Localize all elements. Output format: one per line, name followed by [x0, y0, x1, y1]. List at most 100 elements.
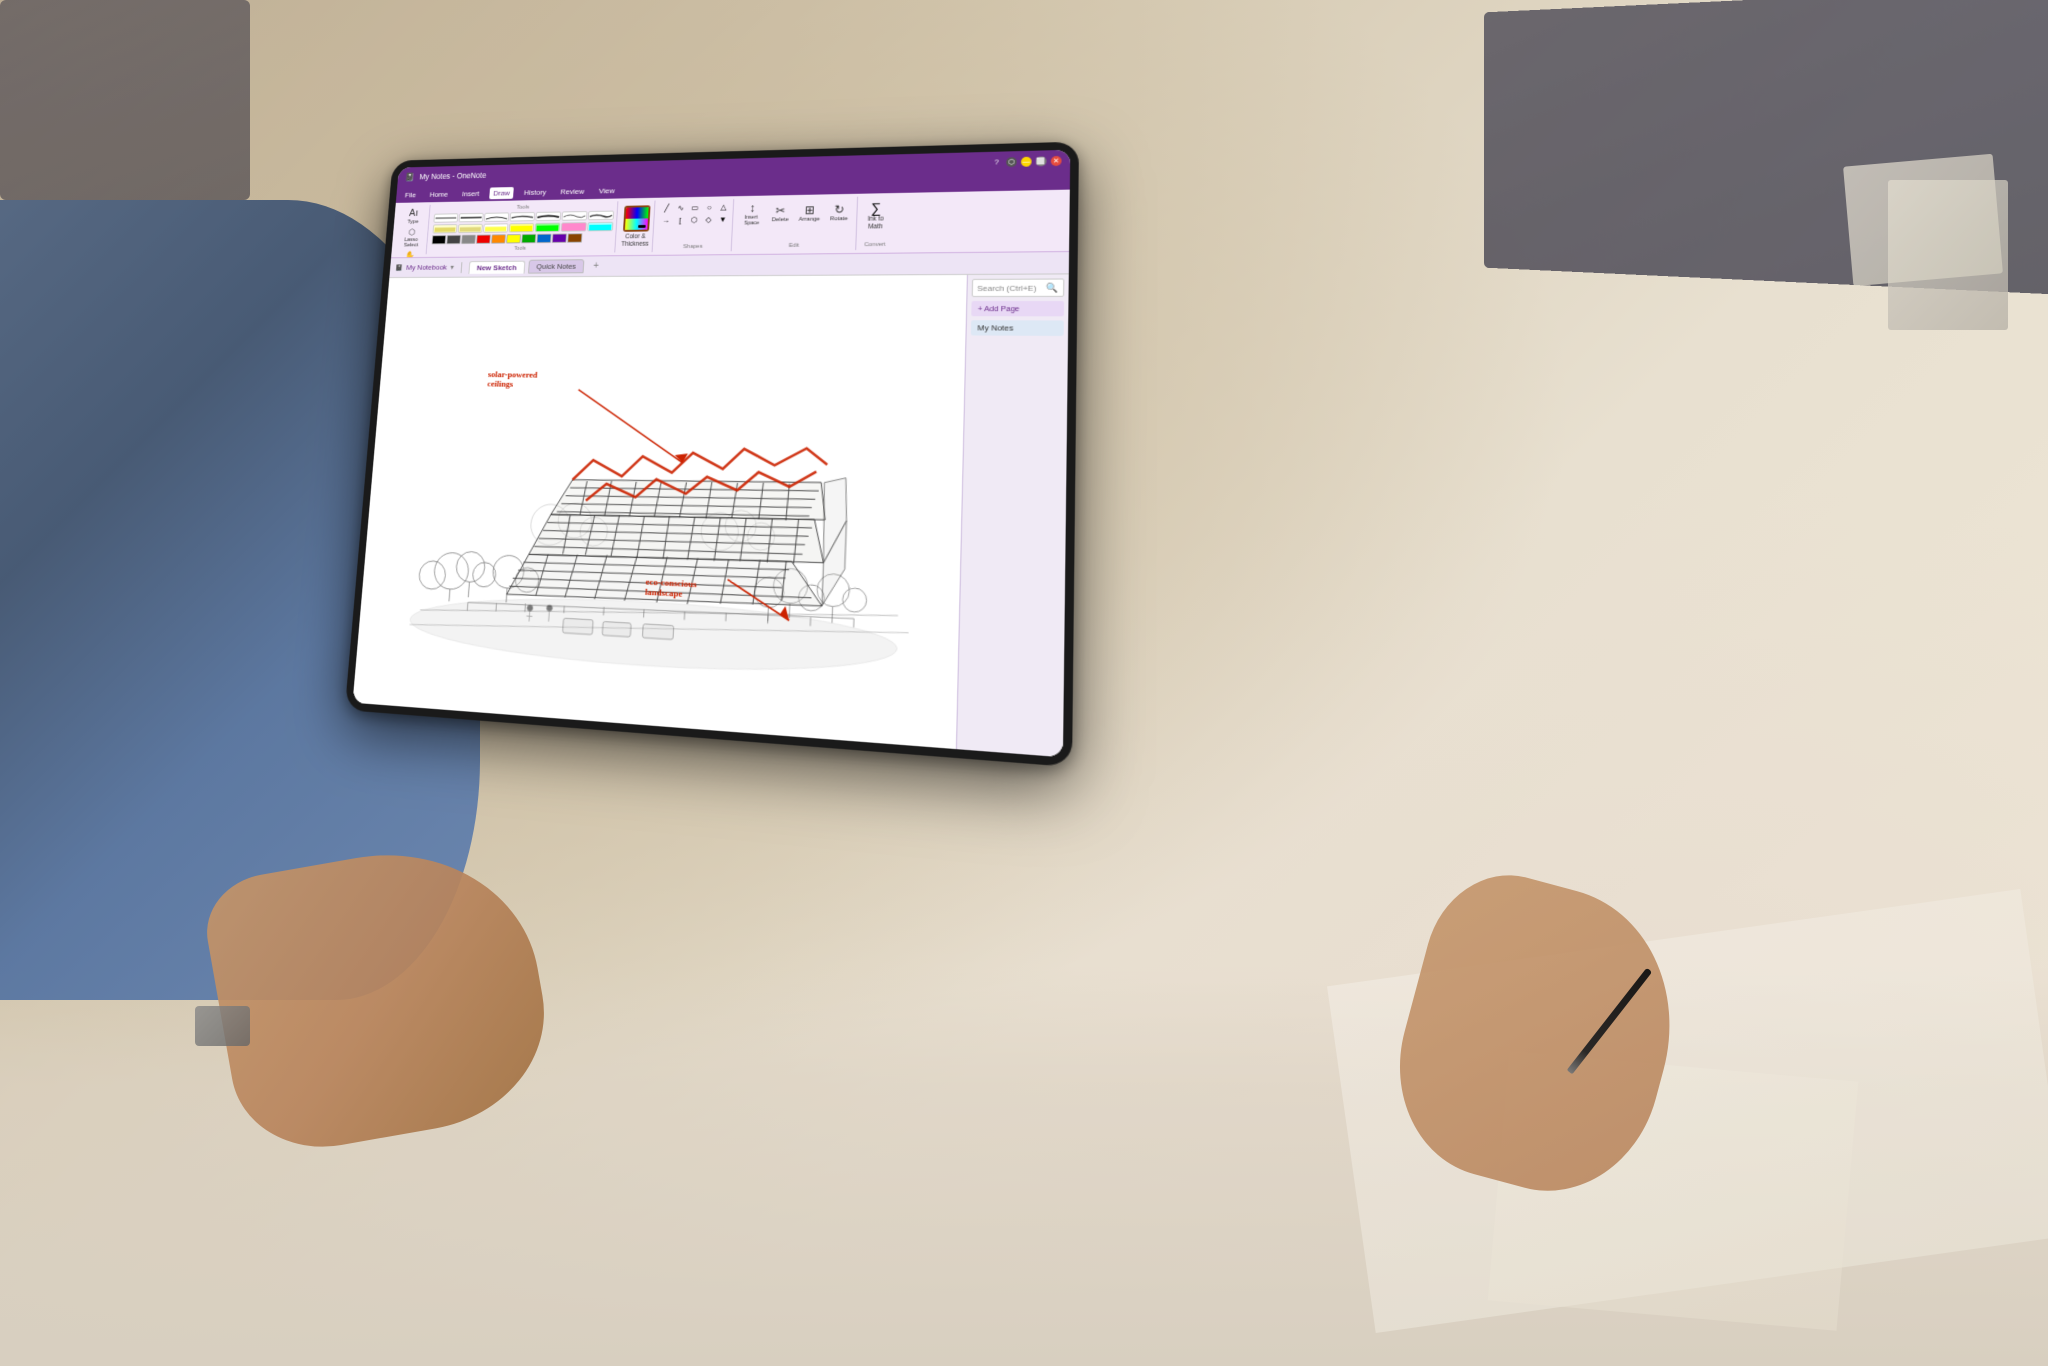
- nav-chevron: ▾: [450, 263, 454, 271]
- color-preview: [623, 205, 651, 232]
- thickness-preview: [638, 225, 646, 228]
- pen-6[interactable]: [562, 211, 588, 221]
- pen-rows: [432, 211, 614, 245]
- titlebar-left: 📓 My Notes - OneNote: [404, 170, 486, 182]
- maximize-btn[interactable]: ⬜: [1036, 156, 1047, 166]
- highlighter-2[interactable]: [535, 223, 561, 233]
- pen-2[interactable]: [459, 213, 484, 222]
- swatch-yellow[interactable]: [506, 234, 521, 243]
- tab-new-sketch[interactable]: New Sketch: [468, 260, 525, 273]
- search-bar[interactable]: Search (Ctrl+E) 🔍: [972, 278, 1065, 297]
- watch: [195, 1006, 250, 1046]
- panning-tool[interactable]: ✋ PanningHand: [397, 250, 423, 258]
- shape-circle[interactable]: ○: [702, 201, 716, 213]
- ct-label: Color &Thickness: [621, 233, 649, 248]
- right-panel: Search (Ctrl+E) 🔍 + Add Page My Notes: [956, 274, 1069, 757]
- page-item-my-notes[interactable]: My Notes: [971, 320, 1064, 336]
- architectural-sketch: [367, 290, 951, 737]
- close-btn[interactable]: ✕: [1051, 156, 1062, 166]
- shape-line[interactable]: ╱: [660, 202, 674, 213]
- shapes-group: ╱ ∿ ▭ ○ △ → [ ⬡ ◇ ▼ Shapes: [655, 199, 735, 252]
- swatch-purple[interactable]: [552, 234, 567, 243]
- rotate-btn[interactable]: ↻ Rotate: [826, 199, 853, 227]
- shape-arrow[interactable]: →: [659, 214, 673, 225]
- taskbar-clock: 12:00 PM 9/1/2022: [1001, 756, 1035, 757]
- search-icon: 🔍: [1047, 282, 1059, 293]
- annotation-solar-powered: solar-powered ceilings: [487, 369, 538, 389]
- shape-curve[interactable]: ∿: [674, 202, 688, 213]
- menu-home[interactable]: Home: [426, 188, 452, 200]
- shape-triangle[interactable]: △: [717, 201, 731, 213]
- menu-history[interactable]: History: [520, 186, 550, 198]
- edit-group: ↕ InsertSpace ✂ Delete ⊞ Arrange ↻ Rotat…: [734, 197, 858, 252]
- swatch-orange[interactable]: [491, 234, 506, 243]
- swatch-darkgray[interactable]: [446, 235, 461, 244]
- pen-4[interactable]: [510, 212, 536, 222]
- material-sample-2: [1843, 154, 2003, 287]
- minimize-btn[interactable]: —: [1021, 157, 1032, 167]
- add-tab-btn[interactable]: +: [587, 259, 604, 273]
- pen-5[interactable]: [535, 212, 561, 222]
- titlebar-controls[interactable]: ? ⬡ — ⬜ ✕: [991, 156, 1061, 168]
- help-btn[interactable]: ?: [991, 157, 1002, 167]
- pen-strokes-group: Tools: [428, 201, 618, 254]
- share-btn[interactable]: ⬡: [1006, 157, 1017, 167]
- shape-rect[interactable]: ▭: [688, 202, 702, 214]
- color-gradient: [625, 207, 648, 219]
- menu-review[interactable]: Review: [557, 185, 589, 198]
- color-swatches: [432, 233, 613, 244]
- ink-to-math-btn[interactable]: ∑ Ink toMath: [865, 198, 886, 233]
- content-area: solar-powered ceilings eco-conscious lan…: [353, 274, 1069, 757]
- notebook-icon: 📓: [395, 264, 403, 271]
- arrange-btn[interactable]: ⊞ Arrange: [795, 199, 823, 227]
- swatch-black[interactable]: [432, 235, 447, 244]
- highlighter-1[interactable]: [509, 223, 535, 233]
- swatch-red[interactable]: [476, 235, 491, 244]
- main-canvas[interactable]: solar-powered ceilings eco-conscious lan…: [353, 275, 967, 749]
- shape-bracket[interactable]: [: [673, 214, 687, 225]
- pen-10[interactable]: [483, 223, 508, 232]
- search-placeholder: Search (Ctrl+E): [977, 283, 1047, 292]
- menu-view[interactable]: View: [595, 184, 619, 196]
- add-page-btn[interactable]: + Add Page: [971, 301, 1064, 316]
- tools-group-label: Tools: [431, 245, 612, 252]
- pen-8[interactable]: [433, 224, 458, 233]
- swatch-blue[interactable]: [537, 234, 552, 243]
- swatch-brown[interactable]: [567, 233, 582, 242]
- swatch-gray[interactable]: [461, 235, 476, 244]
- convert-label: Convert: [864, 242, 886, 248]
- menu-file[interactable]: File: [401, 189, 420, 201]
- swatch-green[interactable]: [521, 234, 536, 243]
- delete-btn[interactable]: ✂ Delete: [767, 200, 794, 228]
- pen-row-1: [433, 211, 614, 223]
- tab-quick-notes[interactable]: Quick Notes: [528, 259, 585, 273]
- tablet-device: 📓 My Notes - OneNote ? ⬡ — ⬜ ✕ File Home…: [345, 142, 1079, 768]
- math-icon: ∑: [871, 200, 882, 216]
- color-thickness-group[interactable]: Color &Thickness: [617, 201, 656, 253]
- ribbon-group-type: Aı Type ⬡ LassoSelect ✋ PanningHand ◻ Er…: [395, 205, 431, 255]
- lasso-tool[interactable]: ⬡ LassoSelect: [399, 226, 423, 250]
- annotation-eco-conscious: eco-conscious landscape: [645, 577, 697, 600]
- highlighter-3[interactable]: [561, 222, 587, 232]
- shape-grid: ╱ ∿ ▭ ○ △ → [ ⬡ ◇ ▼: [659, 201, 731, 226]
- clock-time: 12:00 PM: [1001, 756, 1035, 757]
- pen-3[interactable]: [484, 212, 509, 221]
- background-monitor-2: [0, 0, 250, 200]
- shape-hexagon[interactable]: ⬡: [687, 214, 701, 226]
- menu-draw[interactable]: Draw: [489, 187, 513, 199]
- pen-1[interactable]: [433, 213, 458, 222]
- edit-label: Edit: [738, 242, 851, 249]
- shape-diamond[interactable]: ◇: [702, 214, 716, 226]
- pen-row-2: [433, 222, 614, 234]
- menu-insert[interactable]: Insert: [458, 187, 483, 199]
- edit-row-1: ↕ InsertSpace ✂ Delete ⊞ Arrange ↻ Rotat…: [739, 199, 853, 229]
- notebook-name[interactable]: My Notebook: [406, 263, 447, 271]
- pen-9[interactable]: [458, 224, 483, 233]
- highlighter-4[interactable]: [587, 222, 613, 232]
- nav-divider: [461, 262, 463, 273]
- pen-7[interactable]: [588, 211, 614, 221]
- shape-more[interactable]: ▼: [716, 213, 730, 225]
- color-gradient-2: [625, 218, 648, 230]
- insert-space-btn[interactable]: ↕ InsertSpace: [739, 200, 766, 228]
- type-tool[interactable]: Aı Type: [401, 207, 425, 227]
